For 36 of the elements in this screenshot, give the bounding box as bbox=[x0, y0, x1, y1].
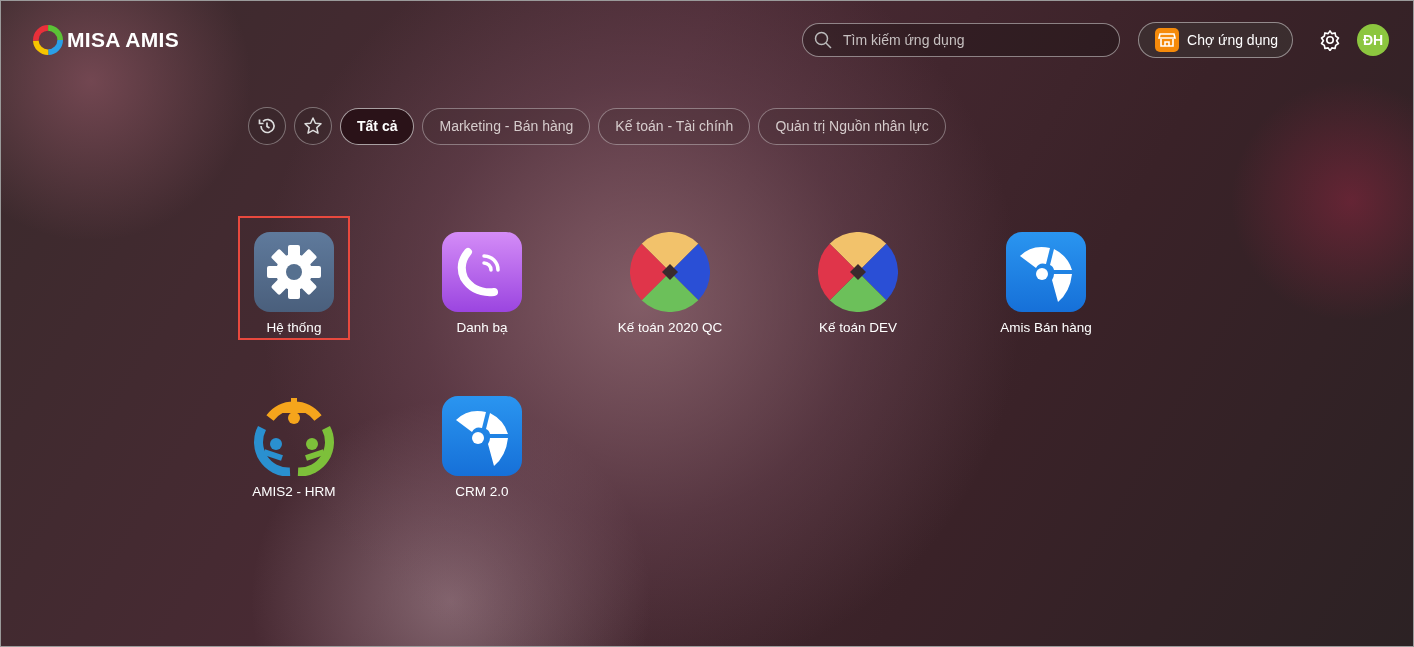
app-tile[interactable]: AMIS2 - HRM bbox=[238, 380, 350, 504]
app-tile[interactable]: Kế toán DEV bbox=[802, 216, 914, 340]
star-icon bbox=[303, 116, 323, 136]
app-store-button[interactable]: Chợ ứng dụng bbox=[1138, 22, 1293, 58]
category-tab[interactable]: Marketing - Bán hàng bbox=[422, 107, 591, 145]
logo-icon bbox=[33, 25, 63, 55]
search-icon bbox=[814, 31, 833, 49]
logo-text: MISA AMIS bbox=[67, 28, 179, 52]
pie-chart-icon bbox=[442, 396, 522, 476]
app-name: Kế toán 2020 QC bbox=[617, 320, 723, 335]
app-name: Danh bạ bbox=[456, 320, 508, 335]
app-tile[interactable]: Amis Bán hàng bbox=[990, 216, 1102, 340]
category-tab[interactable]: Tất cả bbox=[340, 107, 415, 145]
app-name: AMIS2 - HRM bbox=[252, 484, 336, 499]
app-name: Hệ thống bbox=[266, 320, 322, 335]
pinwheel-logo-icon bbox=[818, 232, 898, 312]
pie-chart-icon bbox=[1006, 232, 1086, 312]
store-icon bbox=[1155, 28, 1180, 52]
people-circle-icon bbox=[254, 396, 334, 476]
app-tile[interactable]: Danh bạ bbox=[426, 216, 538, 340]
app-name: CRM 2.0 bbox=[455, 484, 509, 499]
app-name: Amis Bán hàng bbox=[1000, 320, 1092, 335]
app-name: Kế toán DEV bbox=[818, 320, 897, 335]
settings-icon[interactable] bbox=[1319, 29, 1341, 51]
gear-icon bbox=[254, 232, 334, 312]
category-tab[interactable]: Quản trị Nguồn nhân lực bbox=[758, 107, 946, 145]
category-tab[interactable]: Kế toán - Tài chính bbox=[598, 107, 751, 145]
app-tile[interactable]: Hệ thống bbox=[238, 216, 350, 340]
phone-icon bbox=[442, 232, 522, 312]
history-icon bbox=[257, 116, 277, 136]
favorites-button[interactable] bbox=[294, 107, 332, 145]
history-button[interactable] bbox=[248, 107, 286, 145]
app-tile[interactable]: Kế toán 2020 QC bbox=[614, 216, 726, 340]
app-tile[interactable]: CRM 2.0 bbox=[426, 380, 538, 504]
pinwheel-logo-icon bbox=[630, 232, 710, 312]
search-field[interactable]: Tìm kiếm ứng dụng bbox=[802, 23, 1121, 57]
